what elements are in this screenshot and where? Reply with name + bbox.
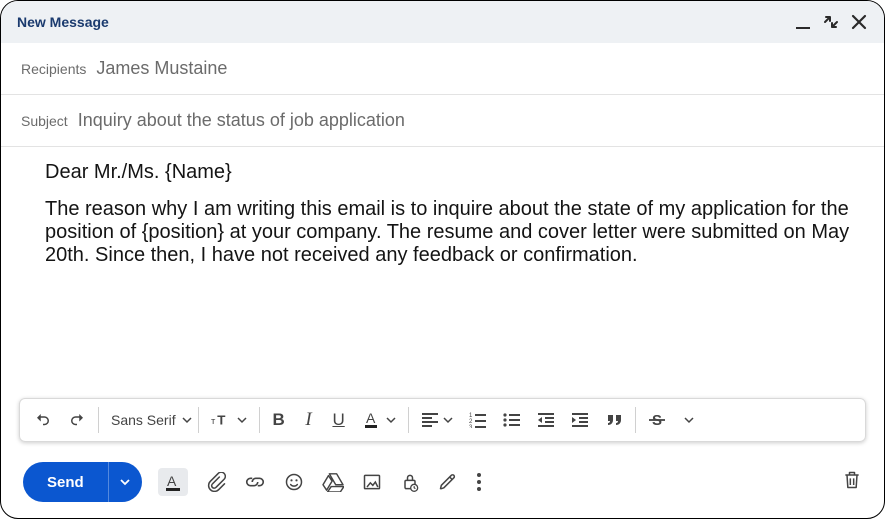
- minimize-icon[interactable]: [794, 13, 812, 31]
- font-family-label: Sans Serif: [111, 412, 176, 428]
- body-greeting: Dear Mr./Ms. {Name}: [45, 161, 864, 184]
- svg-text:3: 3: [469, 425, 473, 428]
- send-button[interactable]: Send: [23, 462, 108, 502]
- titlebar-controls: [794, 13, 868, 31]
- align-button[interactable]: [413, 402, 461, 438]
- chevron-down-icon: [684, 410, 694, 430]
- toolbar-separator: [259, 407, 260, 433]
- strikethrough-button[interactable]: S: [640, 402, 674, 438]
- bulleted-list-button[interactable]: [495, 402, 529, 438]
- underline-button[interactable]: U: [324, 402, 354, 438]
- formatting-options-button[interactable]: A: [158, 468, 188, 496]
- toolbar-separator: [408, 407, 409, 433]
- recipients-value: James Mustaine: [96, 58, 227, 79]
- font-family-dropdown[interactable]: Sans Serif: [103, 412, 194, 428]
- discard-draft-button[interactable]: [842, 469, 862, 496]
- svg-text:T: T: [217, 413, 225, 428]
- indent-more-button[interactable]: [563, 402, 597, 438]
- toolbar-separator: [198, 407, 199, 433]
- bold-button[interactable]: B: [264, 402, 294, 438]
- chevron-down-icon: [386, 410, 396, 430]
- send-button-group: Send: [23, 462, 142, 502]
- toolbar-separator: [635, 407, 636, 433]
- format-toolbar: Sans Serif тT B I U A 123: [19, 398, 866, 442]
- quote-button[interactable]: [597, 402, 631, 438]
- undo-button[interactable]: [26, 402, 60, 438]
- compose-window: New Message Recipients James Mustaine Su…: [0, 0, 885, 519]
- subject-value: Inquiry about the status of job applicat…: [78, 110, 405, 131]
- insert-drive-button[interactable]: [322, 472, 344, 492]
- compose-actions: A: [158, 468, 482, 496]
- insert-link-button[interactable]: [244, 472, 266, 492]
- chevron-down-icon: [443, 410, 453, 430]
- subject-row[interactable]: Subject Inquiry about the status of job …: [1, 95, 884, 147]
- insert-emoji-button[interactable]: [284, 472, 304, 492]
- action-bar: Send A: [1, 454, 884, 518]
- compose-body[interactable]: Dear Mr./Ms. {Name} The reason why I am …: [1, 147, 884, 398]
- text-color-button[interactable]: A: [354, 402, 404, 438]
- restore-icon[interactable]: [822, 13, 840, 31]
- recipients-label: Recipients: [21, 61, 86, 77]
- window-title: New Message: [17, 14, 109, 30]
- attach-file-button[interactable]: [206, 472, 226, 492]
- insert-photo-button[interactable]: [362, 472, 382, 492]
- chevron-down-icon: [182, 412, 192, 428]
- font-size-dropdown[interactable]: тT: [203, 402, 255, 438]
- redo-button[interactable]: [60, 402, 94, 438]
- toolbar-separator: [98, 407, 99, 433]
- numbered-list-button[interactable]: 123: [461, 402, 495, 438]
- svg-text:A: A: [366, 410, 376, 426]
- more-options-button[interactable]: [476, 472, 482, 492]
- send-options-button[interactable]: [108, 462, 142, 502]
- close-icon[interactable]: [850, 13, 868, 31]
- svg-text:т: т: [211, 415, 216, 426]
- confidential-mode-button[interactable]: [400, 471, 420, 493]
- recipients-row[interactable]: Recipients James Mustaine: [1, 43, 884, 95]
- italic-button[interactable]: I: [294, 402, 324, 438]
- subject-label: Subject: [21, 113, 68, 129]
- chevron-down-icon: [237, 410, 247, 430]
- svg-text:A: A: [167, 473, 177, 489]
- titlebar: New Message: [1, 1, 884, 43]
- indent-less-button[interactable]: [529, 402, 563, 438]
- more-formatting-button[interactable]: [674, 402, 704, 438]
- body-paragraph: The reason why I am writing this email i…: [45, 198, 864, 267]
- insert-signature-button[interactable]: [438, 472, 458, 492]
